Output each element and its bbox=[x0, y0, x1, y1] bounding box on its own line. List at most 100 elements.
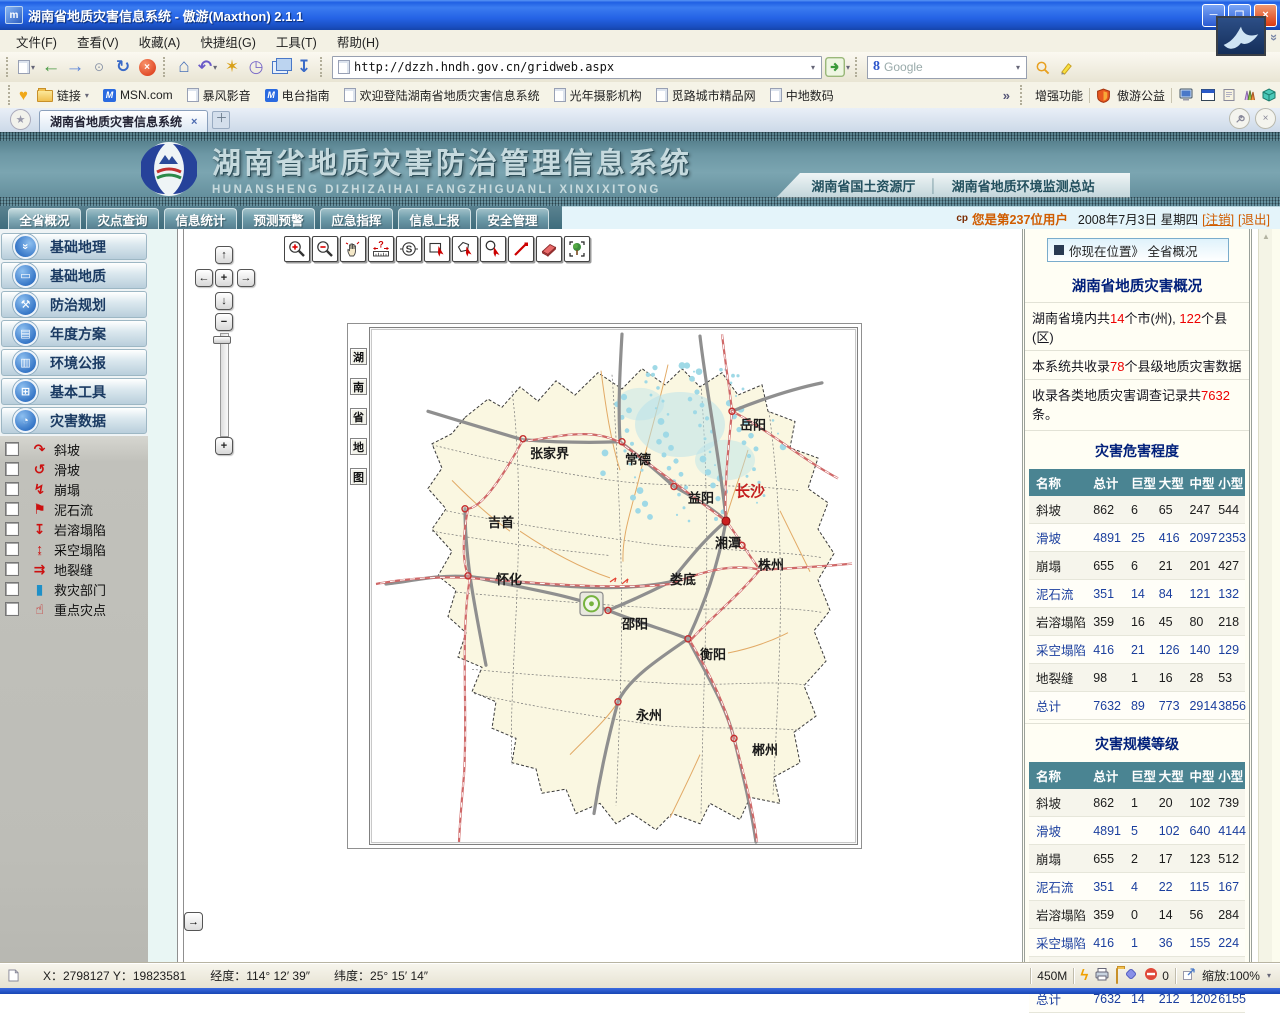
undo-button[interactable]: ↶▾ bbox=[196, 55, 220, 79]
plus-features-link[interactable]: 增强功能 bbox=[1035, 87, 1083, 104]
map-tool-measure[interactable]: ? bbox=[368, 236, 394, 262]
page-scrollbar[interactable]: ▲ bbox=[1258, 229, 1273, 962]
map-tool-full-extent[interactable] bbox=[564, 236, 590, 262]
map-tool-pan[interactable] bbox=[340, 236, 366, 262]
star-button[interactable]: ★ bbox=[10, 109, 31, 130]
ad-block-icon[interactable] bbox=[1144, 967, 1158, 984]
banner-link-1[interactable]: 湖南省地质环境监测总站 bbox=[952, 176, 1095, 195]
sidebar-section-3[interactable]: ▤年度方案 bbox=[1, 320, 147, 347]
nav-tab-3[interactable]: 预测预警 bbox=[242, 208, 315, 229]
shield-icon[interactable] bbox=[1096, 88, 1111, 103]
tabs-manager-button[interactable] bbox=[268, 55, 292, 79]
menu-item-4[interactable]: 工具(T) bbox=[266, 29, 327, 54]
tab-close-icon[interactable]: × bbox=[191, 116, 197, 128]
zoom-slider-track[interactable] bbox=[220, 333, 229, 437]
computer-icon[interactable] bbox=[1178, 88, 1194, 102]
sidebar-section-0[interactable]: »基础地理 bbox=[1, 233, 147, 260]
printer-icon[interactable] bbox=[1094, 967, 1110, 984]
map-tool-select-circle[interactable] bbox=[480, 236, 506, 262]
new-tab-button[interactable]: ＋ bbox=[212, 111, 230, 129]
new-page-button[interactable]: ▾ bbox=[15, 55, 39, 79]
pan-west-button[interactable]: ← bbox=[195, 269, 213, 287]
layer-checkbox[interactable] bbox=[5, 442, 19, 456]
logout-link[interactable]: [注销] bbox=[1202, 209, 1234, 228]
search-input[interactable]: Google bbox=[884, 60, 1011, 74]
back-button[interactable]: ← bbox=[39, 55, 63, 79]
bookmark-item-6[interactable]: 觅路城市精品网 bbox=[649, 87, 763, 104]
history-dropdown-button[interactable]: ⊙ bbox=[87, 55, 111, 79]
menu-item-3[interactable]: 快捷组(G) bbox=[190, 29, 266, 54]
google-engine-icon[interactable]: 8 bbox=[873, 59, 880, 75]
map-tool-zoom-out[interactable] bbox=[312, 236, 338, 262]
zoom-in-slider-button[interactable]: + bbox=[215, 437, 233, 455]
search-box[interactable]: 8 Google ▾ bbox=[867, 56, 1027, 79]
active-tab[interactable]: 湖南省地质灾害信息系统 × bbox=[39, 110, 208, 132]
map-tool-select-rect[interactable] bbox=[424, 236, 450, 262]
bookmark-item-7[interactable]: 中地数码 bbox=[763, 87, 841, 104]
go-dropdown-icon[interactable]: ▾ bbox=[846, 63, 850, 72]
menu-item-2[interactable]: 收藏(A) bbox=[129, 29, 191, 54]
stop-button[interactable]: × bbox=[135, 55, 159, 79]
menu-item-1[interactable]: 查看(V) bbox=[67, 29, 129, 54]
panel-divider[interactable] bbox=[177, 229, 184, 962]
map-canvas[interactable]: 张家界常德岳阳益阳长沙吉首湘潭株州怀化娄底邵阳衡阳永州郴州 bbox=[369, 327, 858, 845]
map-tool-select-polygon[interactable] bbox=[452, 236, 478, 262]
map-tool-eraser[interactable] bbox=[536, 236, 562, 262]
layer-checkbox[interactable] bbox=[5, 602, 19, 616]
menu-item-5[interactable]: 帮助(H) bbox=[327, 29, 389, 54]
maxthon-logo[interactable] bbox=[1216, 16, 1266, 56]
forward-button[interactable]: → bbox=[63, 55, 87, 79]
pan-east-button[interactable]: → bbox=[237, 269, 255, 287]
highlight-button[interactable] bbox=[1054, 55, 1078, 79]
map-tool-draw-line[interactable] bbox=[508, 236, 534, 262]
layer-checkbox[interactable] bbox=[5, 522, 19, 536]
nav-tab-4[interactable]: 应急指挥 bbox=[320, 208, 393, 229]
go-button[interactable] bbox=[825, 57, 845, 77]
layer-checkbox[interactable] bbox=[5, 482, 19, 496]
bookmark-item-0[interactable]: 链接▾ bbox=[30, 87, 96, 104]
search-button[interactable] bbox=[1030, 55, 1054, 79]
map-tool-scale[interactable]: S bbox=[396, 236, 422, 262]
resize-icon[interactable] bbox=[1182, 967, 1196, 984]
nav-tab-2[interactable]: 信息统计 bbox=[164, 208, 237, 229]
menu-item-0[interactable]: 文件(F) bbox=[6, 29, 67, 54]
maxthon-charity-link[interactable]: 傲游公益 bbox=[1117, 87, 1165, 104]
toolbar-handle[interactable] bbox=[6, 57, 11, 77]
nav-tab-6[interactable]: 安全管理 bbox=[476, 208, 549, 229]
layer-checkbox[interactable] bbox=[5, 502, 19, 516]
boost-icon[interactable]: ϟ bbox=[1080, 967, 1088, 984]
settings-wrench-button[interactable] bbox=[1229, 108, 1250, 129]
banner-link-0[interactable]: 湖南省国土资源厅 bbox=[811, 176, 915, 195]
cube-icon[interactable] bbox=[1262, 88, 1276, 102]
sidebar-section-2[interactable]: ⚒防治规划 bbox=[1, 291, 147, 318]
layer-checkbox[interactable] bbox=[5, 542, 19, 556]
pan-south-button[interactable]: ↓ bbox=[215, 292, 233, 310]
layer-checkbox[interactable] bbox=[5, 562, 19, 576]
bookmark-item-3[interactable]: M电台指南 bbox=[258, 87, 337, 104]
zoom-out-slider-button[interactable]: − bbox=[215, 313, 233, 331]
address-bar[interactable]: http://dzzh.hndh.gov.cn/gridweb.aspx ▾ bbox=[332, 56, 822, 79]
sidebar-section-6[interactable]: ◔灾害数据 bbox=[1, 407, 147, 434]
bookmark-item-2[interactable]: 暴风影音 bbox=[180, 87, 258, 104]
bookmark-item-5[interactable]: 光年摄影机构 bbox=[547, 87, 649, 104]
scroll-up-icon[interactable]: ▲ bbox=[1259, 229, 1273, 243]
download-button[interactable]: ↧ bbox=[292, 55, 316, 79]
locate-button[interactable] bbox=[580, 592, 603, 615]
layer-checkbox[interactable] bbox=[5, 582, 19, 596]
sidebar-section-5[interactable]: ⊞基本工具 bbox=[1, 378, 147, 405]
bookmarks-handle[interactable] bbox=[8, 85, 13, 105]
url-input[interactable]: http://dzzh.hndh.gov.cn/gridweb.aspx bbox=[354, 60, 806, 74]
favorites-heart-icon[interactable]: ♥ bbox=[19, 87, 28, 104]
nav-tab-5[interactable]: 信息上报 bbox=[398, 208, 471, 229]
bookmarks-overflow-button[interactable]: » bbox=[1003, 88, 1010, 103]
bookmark-item-1[interactable]: MMSN.com bbox=[96, 88, 180, 102]
window-icon[interactable] bbox=[1200, 88, 1216, 102]
zoom-dropdown-icon[interactable]: ▾ bbox=[1267, 971, 1271, 980]
nav-tab-0[interactable]: 全省概况 bbox=[8, 208, 81, 229]
map-tool-zoom-in[interactable] bbox=[284, 236, 310, 262]
home-button[interactable]: ⌂ bbox=[172, 55, 196, 79]
notepad-icon[interactable] bbox=[1222, 88, 1236, 102]
zoom-slider-handle[interactable] bbox=[213, 336, 231, 344]
layer-checkbox[interactable] bbox=[5, 462, 19, 476]
collapse-sidebar-button[interactable]: → bbox=[184, 912, 203, 931]
